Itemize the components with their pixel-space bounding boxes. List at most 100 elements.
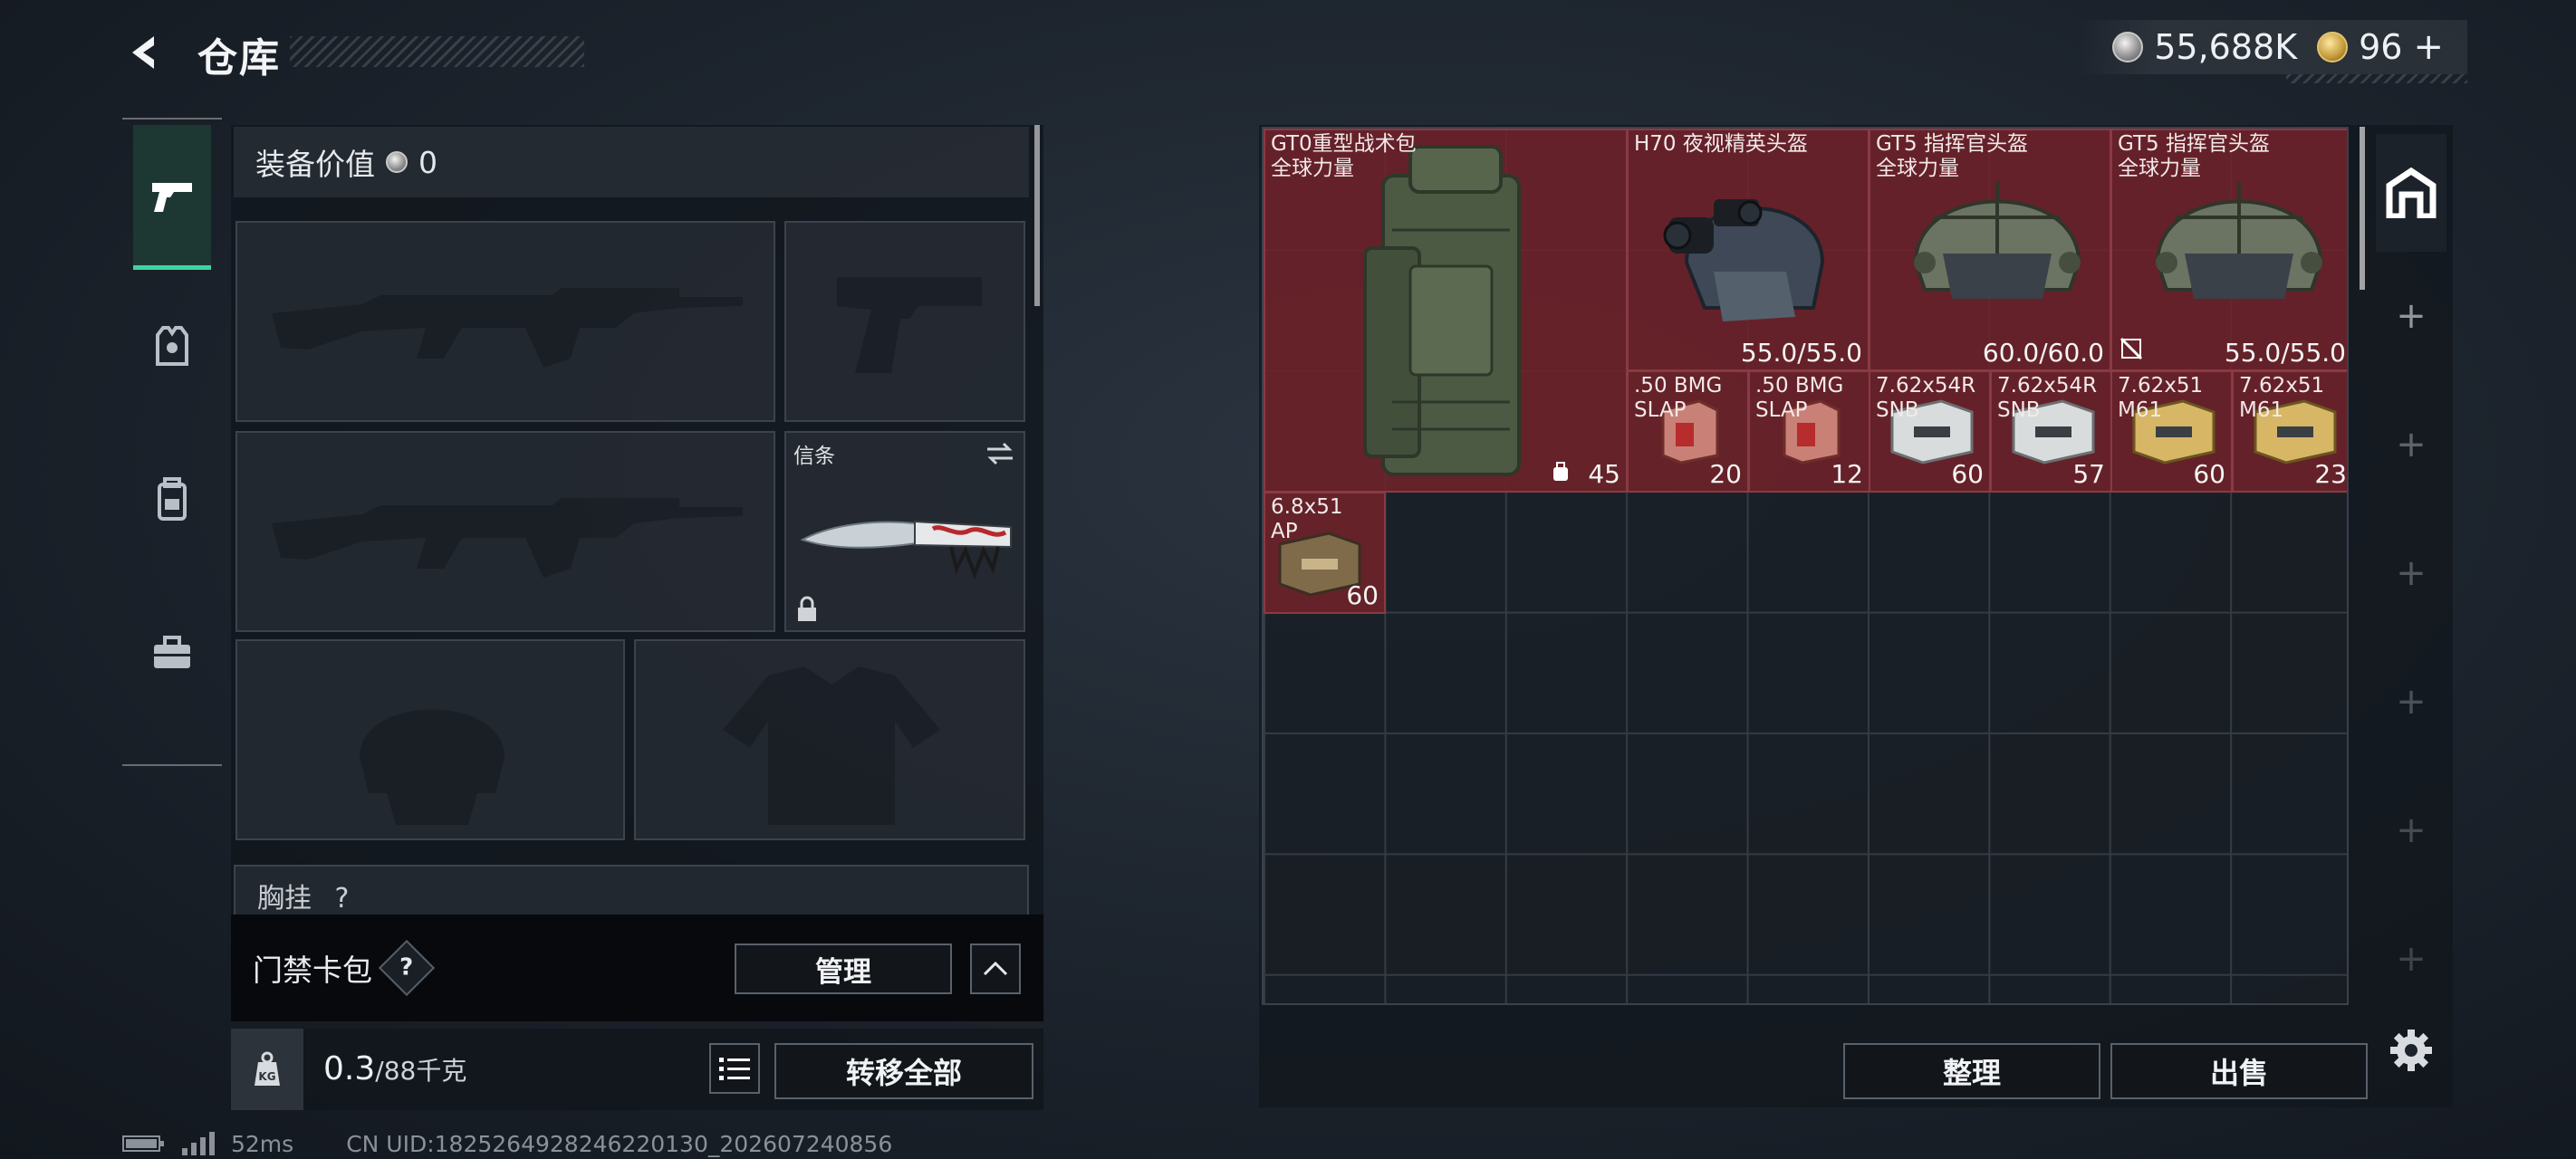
stash-item-ammo[interactable]: .50 BMG SLAP 12 bbox=[1748, 370, 1870, 493]
nav-tab-weapons[interactable] bbox=[133, 125, 211, 270]
back-button[interactable] bbox=[120, 27, 170, 78]
max-weight: /88千克 bbox=[375, 1056, 467, 1086]
melee-slot-label: 信条 bbox=[793, 445, 835, 468]
transfer-all-button[interactable]: 转移全部 bbox=[774, 1043, 1033, 1099]
knife-icon bbox=[800, 520, 1012, 580]
rifle-silhouette-icon bbox=[272, 498, 743, 578]
gear-icon bbox=[2390, 1030, 2432, 1071]
item-variant: SLAP bbox=[1755, 398, 1808, 422]
user-uid: CN UID:1825264928246220130_202607240856 bbox=[346, 1130, 893, 1157]
stash-item-ammo[interactable]: 7.62x54R SNB 60 bbox=[1869, 370, 1991, 493]
nav-tab-backpack[interactable] bbox=[133, 427, 211, 572]
storage-tab-add[interactable]: + bbox=[2376, 643, 2446, 761]
stash-item-helmet[interactable]: GT5 指挥官头盔 全球力量 55.0/55.0 bbox=[2110, 129, 2347, 371]
item-name: GT0重型战术包 bbox=[1271, 132, 1417, 156]
stash-scrollbar[interactable] bbox=[2360, 127, 2365, 290]
tactical-helmet-image bbox=[2155, 181, 2323, 299]
swap-icon[interactable] bbox=[984, 440, 1016, 467]
stash-item-backpack[interactable]: GT0重型战术包 全球力量 45 bbox=[1264, 129, 1628, 493]
currency-decoration bbox=[2286, 74, 2467, 83]
secondary-weapon-slot[interactable] bbox=[235, 431, 775, 632]
item-name: GT5 指挥官头盔 bbox=[1876, 132, 2028, 156]
item-variant: SNB bbox=[1997, 398, 2041, 422]
add-icon: + bbox=[2396, 681, 2427, 723]
add-icon: + bbox=[2396, 295, 2427, 337]
item-name: 6.8x51 bbox=[1271, 495, 1343, 519]
nav-tab-tools[interactable] bbox=[133, 581, 211, 726]
item-count: 23 bbox=[2314, 459, 2347, 489]
settings-button[interactable] bbox=[2382, 1021, 2440, 1079]
melee-slot[interactable]: 信条 bbox=[784, 431, 1025, 632]
gold-coin-icon bbox=[2317, 32, 2349, 62]
equipment-value-row: 装备价值 0 bbox=[234, 127, 1029, 197]
armor-silhouette-icon bbox=[723, 666, 940, 825]
chest-rig-slot[interactable]: 胸挂 ? bbox=[234, 865, 1029, 919]
sort-button[interactable]: 整理 bbox=[1843, 1043, 2100, 1099]
primary-weapon-slot[interactable] bbox=[235, 221, 775, 422]
chest-rig-help[interactable]: ? bbox=[335, 883, 350, 915]
item-count: 12 bbox=[1831, 459, 1863, 489]
item-name: 7.62x54R bbox=[1876, 374, 1976, 398]
item-count: 45 bbox=[1588, 459, 1620, 489]
item-durability: 55.0/55.0 bbox=[2224, 338, 2346, 368]
add-currency-button[interactable]: + bbox=[2413, 26, 2444, 68]
storage-icon bbox=[2386, 168, 2437, 218]
help-icon: ? bbox=[399, 954, 414, 982]
access-card-help-button[interactable]: ? bbox=[378, 939, 436, 997]
stash-item-ammo[interactable]: 7.62x51 M61 60 bbox=[2110, 370, 2233, 493]
silver-coin-icon bbox=[2112, 32, 2144, 62]
stash-item-ammo[interactable]: .50 BMG SLAP 20 bbox=[1627, 370, 1749, 493]
item-name: H70 夜视精英头盔 bbox=[1634, 132, 1808, 156]
backpack-icon bbox=[158, 477, 187, 521]
access-card-bar: 门禁卡包 ? 管理 bbox=[231, 915, 1043, 1021]
stash-item-ammo[interactable]: 7.62x54R SNB 57 bbox=[1990, 370, 2112, 493]
chevron-up-icon bbox=[983, 961, 1008, 976]
page-title: 仓库 bbox=[197, 35, 281, 81]
storage-tab-add[interactable]: + bbox=[2376, 771, 2446, 889]
storage-tab-add[interactable]: + bbox=[2376, 514, 2446, 632]
item-name: .50 BMG bbox=[1634, 374, 1723, 398]
item-brand: 全球力量 bbox=[1271, 157, 1354, 180]
add-icon: + bbox=[2396, 552, 2427, 594]
item-variant: SNB bbox=[1876, 398, 1919, 422]
stash-item-ammo[interactable]: 7.62x51 M61 23 bbox=[2232, 370, 2347, 493]
stash-grid[interactable]: GT0重型战术包 全球力量 45 H70 夜视精英头盔 55.0/55.0 GT5… bbox=[1262, 127, 2349, 1005]
storage-tab-main[interactable] bbox=[2376, 134, 2446, 252]
armor-slot[interactable] bbox=[634, 639, 1025, 840]
add-icon: + bbox=[2396, 424, 2427, 465]
silver-coin-icon bbox=[386, 151, 408, 173]
storage-tab-add[interactable]: + bbox=[2376, 900, 2446, 1018]
item-name: .50 BMG bbox=[1755, 374, 1844, 398]
stash-item-helmet[interactable]: H70 夜视精英头盔 55.0/55.0 bbox=[1627, 129, 1870, 371]
gold-amount: 96 bbox=[2359, 27, 2403, 67]
pistol-slot[interactable] bbox=[784, 221, 1025, 422]
stash-item-ammo[interactable]: 6.8x51 AP 60 bbox=[1264, 492, 1386, 614]
item-name: 7.62x54R bbox=[1997, 374, 2098, 398]
item-variant: M61 bbox=[2118, 398, 2163, 422]
nav-tab-armor[interactable] bbox=[133, 273, 211, 418]
title-decoration bbox=[290, 36, 584, 67]
collapse-button[interactable] bbox=[970, 943, 1021, 994]
tactical-helmet-image bbox=[1913, 181, 2081, 299]
gold-currency[interactable]: 96 + bbox=[2317, 26, 2444, 68]
weight-bar: KG 0.3/88千克 转移全部 bbox=[231, 1029, 1043, 1110]
storage-tab-add[interactable]: + bbox=[2376, 257, 2446, 375]
item-count: 57 bbox=[2072, 459, 2105, 489]
armor-vest-icon bbox=[156, 326, 188, 366]
item-count: 60 bbox=[1951, 459, 1984, 489]
toolbox-icon bbox=[154, 636, 190, 668]
stash-item-helmet[interactable]: GT5 指挥官头盔 全球力量 60.0/60.0 bbox=[1869, 129, 2111, 371]
weight-icon: KG bbox=[231, 1029, 303, 1110]
equipment-scrollbar[interactable] bbox=[1034, 125, 1040, 306]
item-name: 7.62x51 bbox=[2239, 374, 2325, 398]
silver-currency[interactable]: 55,688K bbox=[2112, 27, 2297, 67]
sell-button[interactable]: 出售 bbox=[2110, 1043, 2368, 1099]
rifle-silhouette-icon bbox=[272, 288, 743, 368]
category-nav bbox=[122, 118, 222, 766]
list-view-button[interactable] bbox=[709, 1043, 760, 1094]
helmet-slot[interactable] bbox=[235, 639, 625, 840]
storage-tab-add[interactable]: + bbox=[2376, 386, 2446, 503]
manage-button[interactable]: 管理 bbox=[735, 943, 952, 994]
item-variant: SLAP bbox=[1634, 398, 1687, 422]
currency-bar: 55,688K 96 + bbox=[2076, 20, 2467, 74]
